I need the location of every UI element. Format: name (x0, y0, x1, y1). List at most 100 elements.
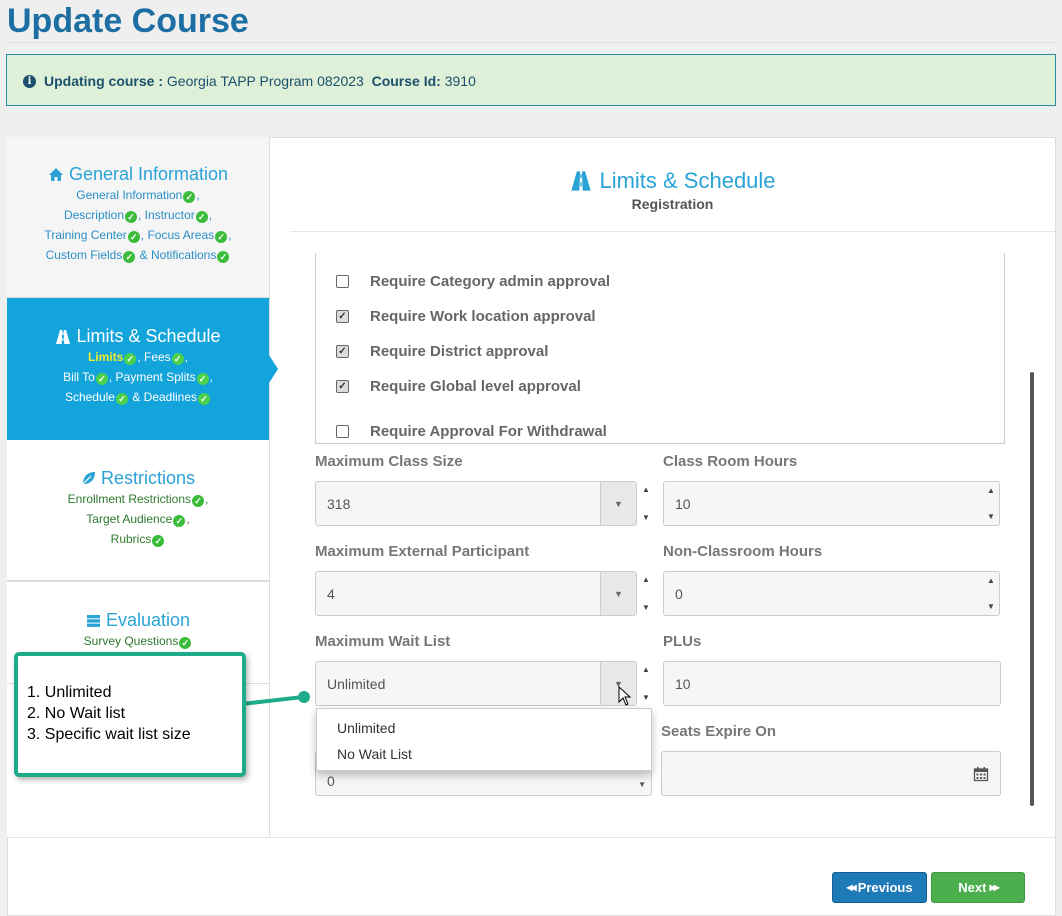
check-icon: ✓ (127, 231, 140, 243)
check-icon: ✓ (152, 535, 165, 547)
checkbox-global[interactable]: ✓ (336, 380, 349, 393)
check-icon: ✓ (217, 251, 230, 263)
label-seats-expire: Seats Expire On (661, 723, 777, 740)
title-divider (7, 42, 1056, 43)
course-id-label: Course Id: (371, 73, 441, 89)
check-icon: ✓ (183, 191, 196, 203)
next-button[interactable]: Next ▶▶ (931, 872, 1025, 903)
check-icon: ✓ (124, 353, 137, 365)
approval-label: Require District approval (370, 343, 549, 360)
checkbox-category-admin[interactable] (336, 275, 349, 288)
max-class-size-select[interactable]: 318 ▼ (315, 481, 637, 526)
approval-label: Require Approval For Withdrawal (370, 423, 607, 440)
check-icon: ✓ (125, 211, 137, 223)
sidebar-title-general: General Information (68, 164, 229, 184)
approval-label: Require Category admin approval (370, 273, 611, 290)
wait-list-dropdown: Unlimited No Wait List (316, 708, 652, 771)
non-classroom-hours-value: 0 (675, 585, 683, 602)
road-icon (56, 329, 71, 344)
callout-line: 3. Specific wait list size (27, 726, 191, 743)
sidebar-item-restrictions[interactable]: Restrictions Enrollment Restrictions ✓, T… (7, 440, 269, 582)
home-icon (48, 168, 63, 181)
non-classroom-hours-input[interactable]: 0 ▲ ▼ (663, 571, 1000, 616)
plus-value: 10 (675, 675, 691, 692)
sub-enrollment-restrictions: Enrollment Restrictions (67, 492, 192, 506)
label-non-classroom-hours: Non-Classroom Hours (663, 543, 823, 560)
max-class-size-stepper[interactable]: ▲ ▼ (640, 481, 652, 526)
previous-label: Previous (857, 880, 913, 895)
seats-expire-input[interactable] (661, 751, 1001, 796)
approval-label: Require Global level approval (370, 378, 581, 395)
double-chevron-left-icon: ◀◀ (846, 883, 856, 892)
label-max-external: Maximum External Participant (315, 543, 530, 560)
approval-options: Require Category admin approval ✓ Requir… (315, 253, 1005, 444)
sub-survey-questions: Survey Questions (83, 634, 179, 648)
callout-line: 2. No Wait list (27, 705, 126, 722)
sub-bill-to: Bill To (63, 370, 95, 384)
approval-category-admin[interactable]: Require Category admin approval (336, 273, 610, 290)
sub-instructor: Instructor (144, 208, 195, 222)
leaf-icon (81, 472, 95, 486)
checkbox-district[interactable]: ✓ (336, 345, 349, 358)
check-icon: ✓ (195, 211, 208, 223)
sub-description: Description (63, 208, 124, 222)
sub-general-information: General Information (76, 188, 183, 202)
check-icon: ✓ (173, 515, 186, 527)
previous-button[interactable]: ◀◀ Previous (832, 872, 927, 903)
check-icon: ✓ (215, 231, 228, 243)
sub-focus-areas: Focus Areas (147, 228, 215, 242)
sub-rubrics: Rubrics (110, 532, 152, 546)
label-class-room-hours: Class Room Hours (663, 453, 798, 470)
checkbox-work-location[interactable]: ✓ (336, 310, 349, 323)
next-label: Next (958, 880, 987, 895)
chevron-down-icon[interactable]: ▼ (600, 482, 636, 525)
option-unlimited[interactable]: Unlimited (337, 720, 395, 736)
active-step-arrow (269, 355, 278, 383)
check-icon: ✓ (198, 393, 211, 405)
section-header: Limits & Schedule Registration (290, 168, 1055, 212)
sub-schedule: Schedule (64, 390, 115, 404)
sub-deadlines: & Deadlines (132, 390, 198, 404)
check-icon: ✓ (196, 373, 209, 385)
double-chevron-right-icon: ▶▶ (989, 883, 999, 892)
info-label: Updating course : (44, 73, 164, 89)
check-icon: ✓ (123, 251, 136, 263)
approval-work-location[interactable]: ✓ Require Work location approval (336, 308, 596, 325)
chevron-down-icon[interactable]: ▼ (600, 572, 636, 615)
max-wait-list-select[interactable]: Unlimited ▼ (315, 661, 637, 706)
check-icon: ✓ (171, 353, 184, 365)
approval-global[interactable]: ✓ Require Global level approval (336, 378, 581, 395)
check-icon: ✓ (192, 495, 205, 507)
info-banner: i Updating course : Georgia TAPP Program… (6, 54, 1056, 106)
non-classroom-hours-stepper[interactable]: ▲ ▼ (985, 572, 997, 615)
section-subtitle: Registration (631, 196, 714, 212)
plus-input[interactable]: 10 (663, 661, 1001, 706)
annotation-callout: 1. Unlimited 2. No Wait list 3. Specific… (14, 652, 246, 777)
sub-payment-splits: Payment Splits (115, 370, 196, 384)
form-scrollbar[interactable] (1030, 372, 1034, 806)
sidebar-title-restrictions: Restrictions (100, 468, 196, 488)
sub-training-center: Training Center (44, 228, 127, 242)
approval-label: Require Work location approval (370, 308, 596, 325)
check-icon: ✓ (115, 393, 128, 405)
class-room-hours-stepper[interactable]: ▲ ▼ (985, 482, 997, 525)
max-wait-list-value: Unlimited (327, 675, 386, 692)
option-no-wait-list[interactable]: No Wait List (337, 746, 412, 762)
class-room-hours-value: 10 (675, 495, 691, 512)
sidebar-item-general-information[interactable]: General Information General Information ✓… (7, 137, 269, 298)
sidebar-item-limits-schedule[interactable]: Limits & Schedule Limits ✓, Fees ✓, Bill T… (7, 298, 269, 440)
max-external-stepper[interactable]: ▲ ▼ (640, 571, 652, 616)
sidebar-title-limits: Limits & Schedule (76, 326, 221, 346)
max-wait-list-stepper[interactable]: ▲ ▼ (640, 661, 652, 706)
check-icon: ✓ (179, 637, 192, 649)
info-icon: i (23, 74, 36, 88)
class-room-hours-input[interactable]: 10 ▲ ▼ (663, 481, 1000, 526)
approval-district[interactable]: ✓ Require District approval (336, 343, 548, 360)
max-external-select[interactable]: 4 ▼ (315, 571, 637, 616)
callout-line: 1. Unlimited (27, 684, 112, 701)
approval-withdrawal[interactable]: Require Approval For Withdrawal (336, 423, 607, 440)
calendar-icon[interactable] (973, 766, 989, 782)
checkbox-withdrawal[interactable] (336, 425, 349, 438)
callout-connector (241, 691, 310, 706)
section-title: Limits & Schedule (599, 168, 776, 193)
